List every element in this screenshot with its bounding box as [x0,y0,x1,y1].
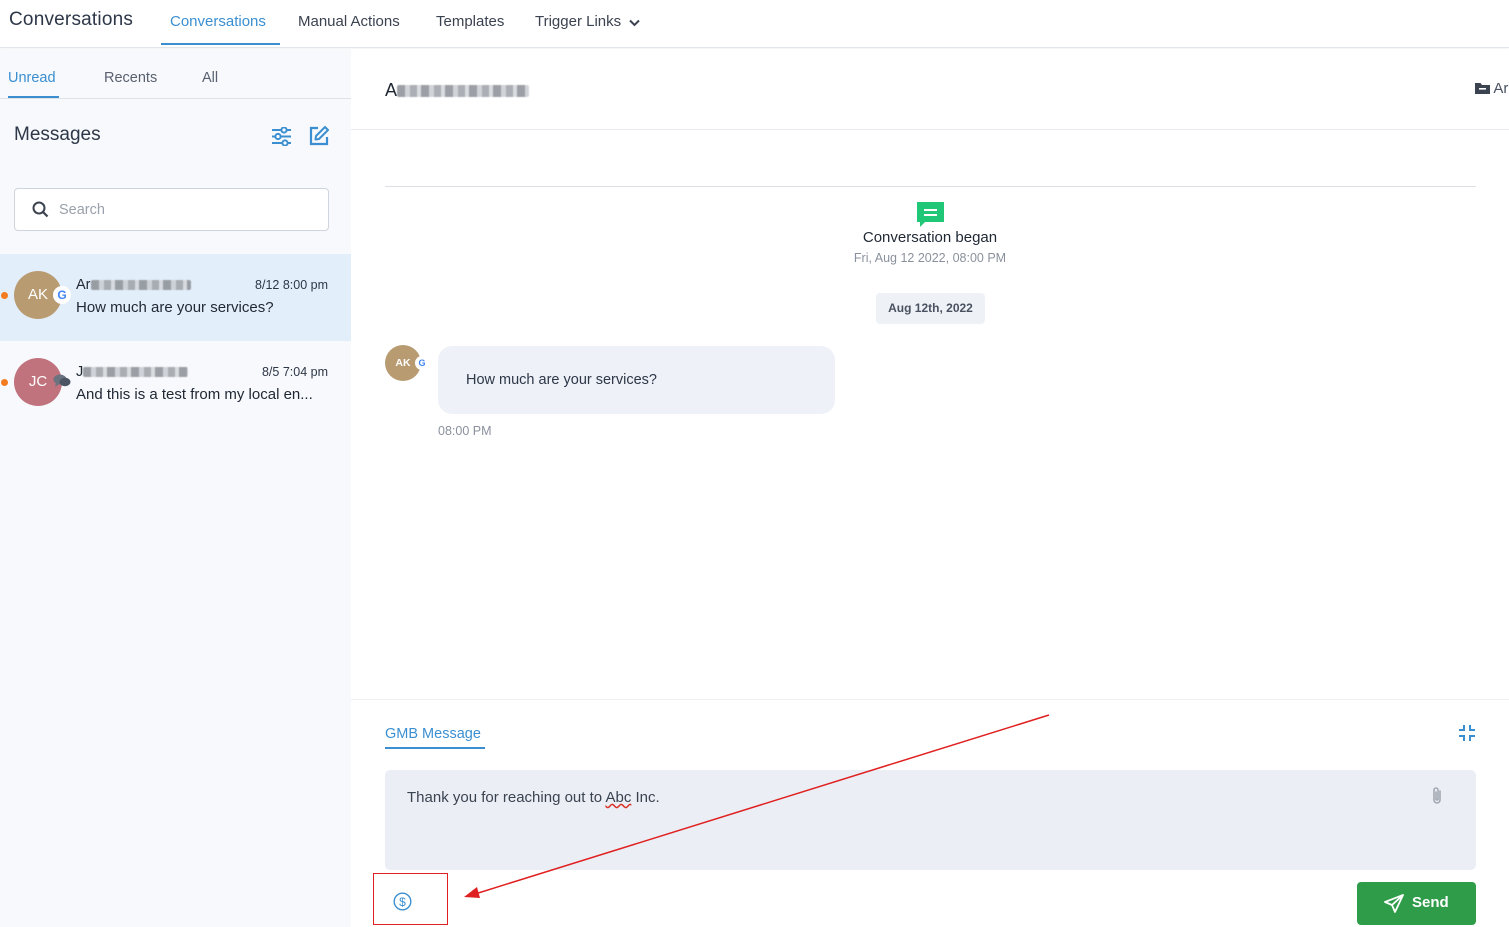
chat-header: A Ar [351,49,1509,130]
header-folder-action[interactable]: Ar [1475,80,1508,97]
message-composer: Thank you for reaching out to Abc Inc. [385,770,1476,870]
subtab-unread[interactable]: Unread [8,70,56,86]
nav-tab-trigger-links-label: Trigger Links [535,13,622,30]
chat-contact-name: A [385,80,530,101]
annotation-highlight-box [373,873,448,925]
conversation-time: 8/5 7:04 pm [261,365,328,379]
subtab-all[interactable]: All [202,70,218,86]
tab-gmb-message[interactable]: GMB Message [385,726,481,742]
message-bubble: How much are your services? [438,346,835,414]
contact-name-prefix: J [76,364,84,380]
conversation-preview: How much are your services? [76,299,274,316]
redacted-name [397,85,530,98]
folder-icon [1475,83,1490,94]
date-separator-chip: Aug 12th, 2022 [876,293,985,324]
top-nav: Conversations Conversations Manual Actio… [0,0,1509,48]
send-button-label: Send [1412,894,1449,911]
chat-panel: A Ar Conversation began Fri, Aug 12 2022… [351,49,1509,927]
app-title: Conversations [9,9,134,30]
paperclip-icon[interactable] [1431,786,1443,811]
composer-divider [351,699,1509,700]
conversation-item[interactable]: AK G Ar 8/12 8:00 pm How much are your s… [0,254,351,341]
message-time: 08:00 PM [438,424,492,438]
subtab-recents[interactable]: Recents [104,70,157,86]
conversation-began-date: Fri, Aug 12 2022, 08:00 PM [853,251,1007,265]
chat-bubbles-icon [53,373,71,391]
chevron-down-icon [629,14,640,31]
collapse-icon[interactable] [1458,724,1476,747]
contact-name: Ar [76,277,196,295]
conversation-sidebar: Unread Recents All Messages AK G Ar 8/12 [0,49,351,927]
filter-sliders-icon[interactable] [271,126,292,151]
message-input-misspelled-word: Abc [605,789,632,806]
conversation-item[interactable]: JC J 8/5 7:04 pm And this is a test from… [0,341,351,428]
header-folder-label: Ar [1493,80,1509,97]
google-icon: G [53,286,71,304]
contact-name-prefix: Ar [76,277,91,293]
send-icon [1384,894,1404,913]
unread-indicator [1,379,8,386]
google-icon: G [415,356,429,370]
conversation-preview: And this is a test from my local en... [76,386,313,403]
chat-contact-name-prefix: A [385,80,398,100]
search-icon [32,201,49,223]
subtab-divider [0,98,351,99]
contact-name: J [76,364,196,382]
nav-tab-manual-actions[interactable]: Manual Actions [298,13,400,30]
conversation-time: 8/12 8:00 pm [255,278,328,292]
chat-divider [385,186,1476,187]
send-button[interactable]: Send [1357,882,1476,925]
nav-tab-active-indicator [161,43,280,45]
nav-tab-trigger-links[interactable]: Trigger Links [535,13,640,31]
redacted-name [90,280,191,291]
compose-edit-icon[interactable] [308,125,330,152]
search-field [14,188,329,231]
message-input[interactable]: Thank you for reaching out to Abc Inc. [407,789,660,806]
composer-tab-indicator [385,747,485,749]
search-input[interactable] [59,199,309,221]
conversation-began-label: Conversation began [862,229,998,246]
messages-title: Messages [14,124,101,145]
nav-tab-conversations[interactable]: Conversations [170,13,266,30]
unread-indicator [1,292,8,299]
nav-tab-templates[interactable]: Templates [436,13,504,30]
redacted-name [83,367,189,378]
message-input-text-end: Inc. [631,789,660,806]
message-input-text: Thank you for reaching out to [407,789,606,806]
